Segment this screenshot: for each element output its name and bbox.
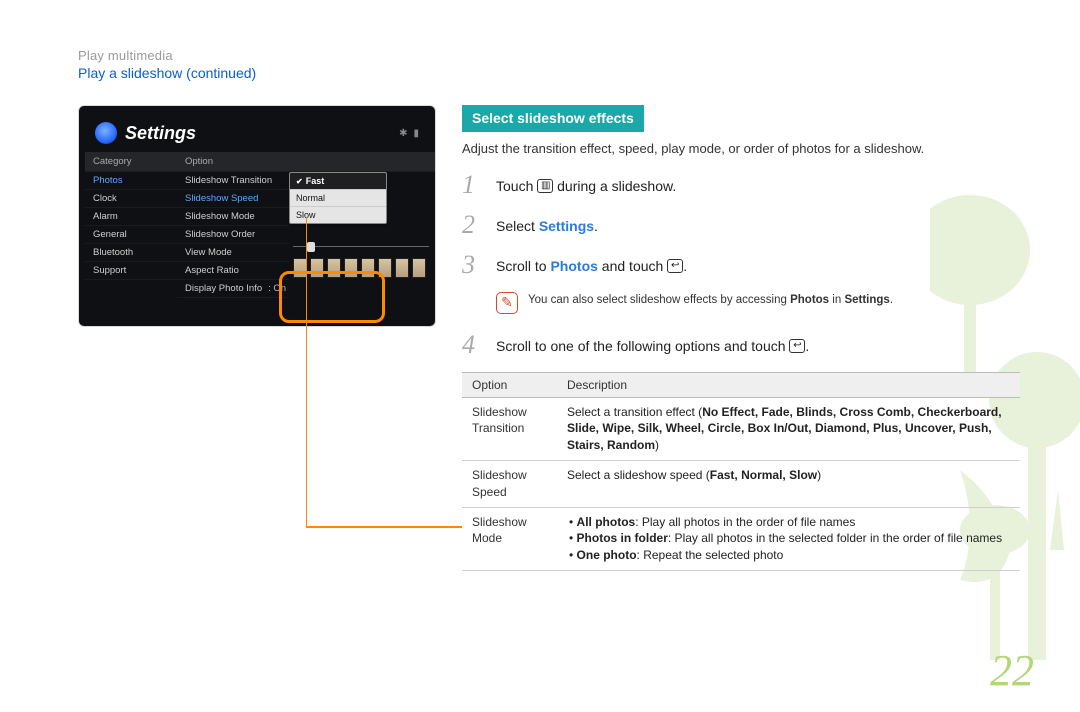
section-intro: Adjust the transition effect, speed, pla…	[462, 140, 1020, 158]
option-slideshow-transition[interactable]: Slideshow Transition	[177, 172, 289, 190]
options-table: Option Description Slideshow Transition …	[462, 372, 1020, 571]
note-icon: ✎	[496, 292, 518, 314]
category-list: Photos Clock Alarm General Bluetooth Sup…	[85, 172, 177, 320]
category-photos[interactable]: Photos	[85, 172, 177, 190]
option-display-photo-info[interactable]: Display Photo Info: On	[177, 280, 289, 298]
column-header-option: Option	[177, 152, 289, 172]
callout-highlight	[279, 271, 385, 323]
column-header-category: Category	[85, 152, 177, 172]
table-row: Slideshow Speed Select a slideshow speed…	[462, 460, 1020, 507]
option-view-mode[interactable]: View Mode	[177, 244, 289, 262]
bluetooth-icon: ✱	[399, 128, 407, 139]
category-general[interactable]: General	[85, 226, 177, 244]
option-slideshow-order[interactable]: Slideshow Order	[177, 226, 289, 244]
enter-icon	[667, 259, 683, 273]
column-header-blank	[289, 152, 435, 172]
category-bluetooth[interactable]: Bluetooth	[85, 244, 177, 262]
option-list: Slideshow Transition Slideshow Speed Sli…	[177, 172, 289, 320]
settings-title: Settings	[125, 123, 196, 144]
option-slideshow-speed[interactable]: Slideshow Speed	[177, 190, 289, 208]
category-alarm[interactable]: Alarm	[85, 208, 177, 226]
step-1: 1 Touch ▥ during a slideshow.	[462, 172, 1020, 198]
callout-connector	[306, 217, 462, 529]
table-row: Slideshow Transition Select a transition…	[462, 397, 1020, 460]
step-2: 2 Select Settings.	[462, 212, 1020, 238]
note-row: ✎ You can also select slideshow effects …	[496, 292, 1020, 314]
table-header-description: Description	[557, 372, 1020, 397]
section-subtitle: Play a slideshow (continued)	[78, 65, 1020, 81]
page-number: 22	[990, 645, 1034, 696]
step-4: 4 Scroll to one of the following options…	[462, 332, 1020, 358]
table-header-option: Option	[462, 372, 557, 397]
enter-icon	[789, 339, 805, 353]
settings-gear-icon	[95, 122, 117, 144]
battery-icon: ▮	[413, 128, 419, 139]
settings-screenshot: Settings ✱ ▮ Category Option Photos Cloc…	[78, 105, 436, 327]
option-slideshow-mode[interactable]: Slideshow Mode	[177, 208, 289, 226]
option-aspect-ratio[interactable]: Aspect Ratio	[177, 262, 289, 280]
category-clock[interactable]: Clock	[85, 190, 177, 208]
category-support[interactable]: Support	[85, 262, 177, 280]
speed-option-fast[interactable]: ✔Fast	[290, 173, 386, 190]
step-3: 3 Scroll to Photos and touch .	[462, 252, 1020, 278]
table-row: Slideshow Mode All photos: Play all phot…	[462, 507, 1020, 570]
section-heading: Select slideshow effects	[462, 105, 644, 132]
speed-option-normal[interactable]: Normal	[290, 190, 386, 207]
breadcrumb: Play multimedia	[78, 48, 1020, 63]
menu-icon: ▥	[537, 179, 553, 193]
